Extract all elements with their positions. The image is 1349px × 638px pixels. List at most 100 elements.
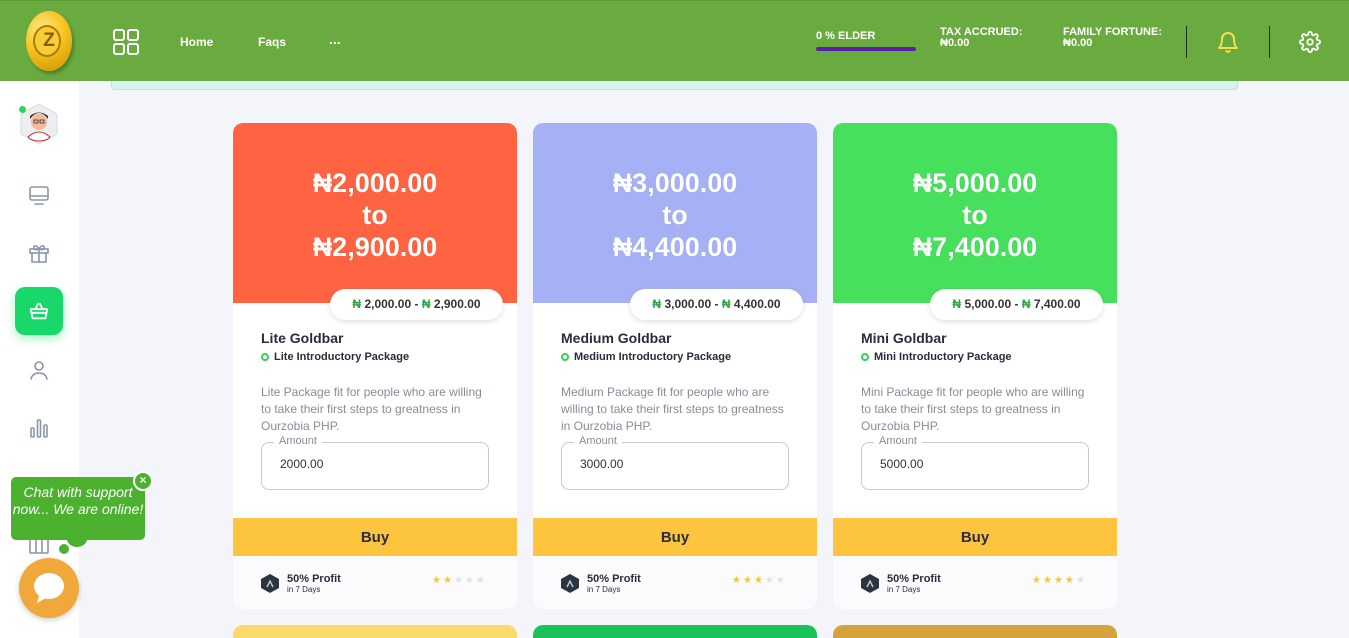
package-card: ₦2,000.00 to ₦2,900.00 ₦ 2,000.00 - ₦ 2,… — [233, 123, 517, 609]
logo-letter: Z — [43, 30, 55, 51]
star-filled-icon: ★ — [732, 575, 743, 586]
card-footer: 50% Profit in 7 Days ★★★★★ — [233, 556, 517, 609]
star-empty-icon: ★ — [464, 575, 476, 586]
nav-more[interactable]: ... — [329, 31, 341, 47]
buy-button[interactable]: Buy — [533, 518, 817, 556]
amount-label: Amount — [274, 435, 322, 447]
amount-input[interactable] — [880, 457, 1070, 471]
tax-accrued: TAX ACCRUED: ₦0.00 — [940, 27, 1023, 49]
notice-banner — [111, 81, 1238, 90]
dashboard-icon[interactable] — [27, 183, 51, 207]
package-title: Lite Goldbar — [261, 330, 344, 346]
chat-close-button[interactable]: × — [133, 471, 153, 491]
gift-icon[interactable] — [27, 241, 51, 265]
star-filled-icon: ★ — [442, 575, 454, 586]
status-ring-icon — [561, 353, 569, 361]
profit-label: 50% Profit — [287, 573, 341, 585]
package-card: ₦3,000.00 to ₦4,400.00 ₦ 3,000.00 - ₦ 4,… — [533, 123, 817, 609]
amount-field: Amount — [561, 435, 789, 490]
card-header: ₦2,000.00 to ₦2,900.00 — [233, 123, 517, 303]
online-status-dot — [19, 106, 26, 113]
card-footer: 50% Profit in 7 Days ★★★★★ — [833, 556, 1117, 609]
user-icon[interactable] — [27, 358, 51, 382]
nav-home[interactable]: Home — [180, 35, 213, 49]
card-header: ₦3,000.00 to ₦4,400.00 — [533, 123, 817, 303]
profit-icon — [561, 574, 579, 593]
rating-stars: ★★★★★ — [732, 575, 787, 586]
range-badge: ₦ 2,000.00 - ₦ 2,900.00 — [330, 289, 503, 320]
package-description: Mini Package fit for people who are will… — [861, 385, 1085, 433]
rating-stars: ★★★★★ — [1032, 575, 1087, 586]
star-filled-icon: ★ — [1032, 575, 1043, 586]
profit-icon — [261, 574, 279, 593]
package-card-peek — [833, 625, 1117, 638]
elder-progress-bar — [816, 47, 916, 51]
amount-label: Amount — [574, 435, 622, 447]
duration-label: in 7 Days — [287, 585, 321, 594]
star-empty-icon: ★ — [1075, 575, 1087, 586]
amount-label: Amount — [874, 435, 922, 447]
status-ring-icon — [261, 353, 269, 361]
family-fortune: FAMILY FORTUNE: ₦0.00 — [1063, 27, 1162, 49]
top-bar: Z Home Faqs ... 0 % ELDER TAX ACCRUED: ₦… — [0, 0, 1349, 81]
chat-icon — [34, 573, 64, 603]
star-empty-icon: ★ — [475, 575, 487, 586]
profit-label: 50% Profit — [587, 573, 641, 585]
amount-field: Amount — [861, 435, 1089, 490]
gear-icon[interactable] — [1299, 31, 1321, 53]
package-description: Lite Package fit for people who are will… — [261, 385, 482, 433]
card-footer: 50% Profit in 7 Days ★★★★★ — [533, 556, 817, 609]
card-header: ₦5,000.00 to ₦7,400.00 — [833, 123, 1117, 303]
chat-bubble-tail — [59, 544, 69, 554]
duration-label: in 7 Days — [887, 585, 921, 594]
chart-icon[interactable] — [27, 416, 51, 440]
star-filled-icon: ★ — [432, 575, 443, 586]
status-ring-icon — [861, 353, 869, 361]
star-filled-icon: ★ — [1042, 575, 1054, 586]
star-filled-icon: ★ — [753, 575, 765, 586]
amount-field: Amount — [261, 435, 489, 490]
header-divider — [1186, 26, 1187, 58]
rating-stars: ★★★★★ — [432, 575, 487, 586]
star-filled-icon: ★ — [1064, 575, 1076, 586]
apps-grid-icon[interactable] — [113, 29, 139, 55]
duration-label: in 7 Days — [587, 585, 621, 594]
star-filled-icon: ★ — [1053, 575, 1065, 586]
package-card-peek — [233, 625, 517, 638]
star-empty-icon: ★ — [764, 575, 776, 586]
price-range: ₦3,000.00 to ₦4,400.00 — [612, 168, 738, 262]
elder-level: 0 % ELDER — [816, 30, 876, 42]
star-empty-icon: ★ — [453, 575, 465, 586]
package-description: Medium Package fit for people who are wi… — [561, 385, 784, 433]
package-card: ₦5,000.00 to ₦7,400.00 ₦ 5,000.00 - ₦ 7,… — [833, 123, 1117, 609]
bell-icon[interactable] — [1217, 30, 1239, 54]
sidebar-item-shop[interactable] — [15, 287, 63, 335]
package-subtitle: Lite Introductory Package — [261, 351, 409, 363]
profit-icon — [861, 574, 879, 593]
price-range: ₦2,000.00 to ₦2,900.00 — [312, 168, 438, 262]
star-empty-icon: ★ — [775, 575, 787, 586]
range-badge: ₦ 3,000.00 - ₦ 4,400.00 — [630, 289, 803, 320]
package-subtitle: Mini Introductory Package — [861, 351, 1012, 363]
sidebar — [0, 81, 79, 638]
star-filled-icon: ★ — [742, 575, 754, 586]
package-card-peek — [533, 625, 817, 638]
logo[interactable]: Z — [24, 11, 74, 73]
package-title: Mini Goldbar — [861, 330, 947, 346]
profit-label: 50% Profit — [887, 573, 941, 585]
package-subtitle: Medium Introductory Package — [561, 351, 731, 363]
tax-accrued-value: ₦0.00 — [940, 37, 970, 49]
amount-input[interactable] — [580, 457, 770, 471]
price-range: ₦5,000.00 to ₦7,400.00 — [912, 168, 1038, 262]
basket-icon — [29, 302, 49, 320]
package-title: Medium Goldbar — [561, 330, 672, 346]
nav-faqs[interactable]: Faqs — [258, 35, 286, 49]
buy-button[interactable]: Buy — [833, 518, 1117, 556]
chat-bubble-tail — [67, 531, 87, 547]
family-fortune-value: ₦0.00 — [1063, 37, 1093, 49]
range-badge: ₦ 5,000.00 - ₦ 7,400.00 — [930, 289, 1103, 320]
header-divider — [1269, 26, 1270, 58]
chat-launcher-button[interactable] — [19, 558, 79, 618]
buy-button[interactable]: Buy — [233, 518, 517, 556]
amount-input[interactable] — [280, 457, 470, 471]
